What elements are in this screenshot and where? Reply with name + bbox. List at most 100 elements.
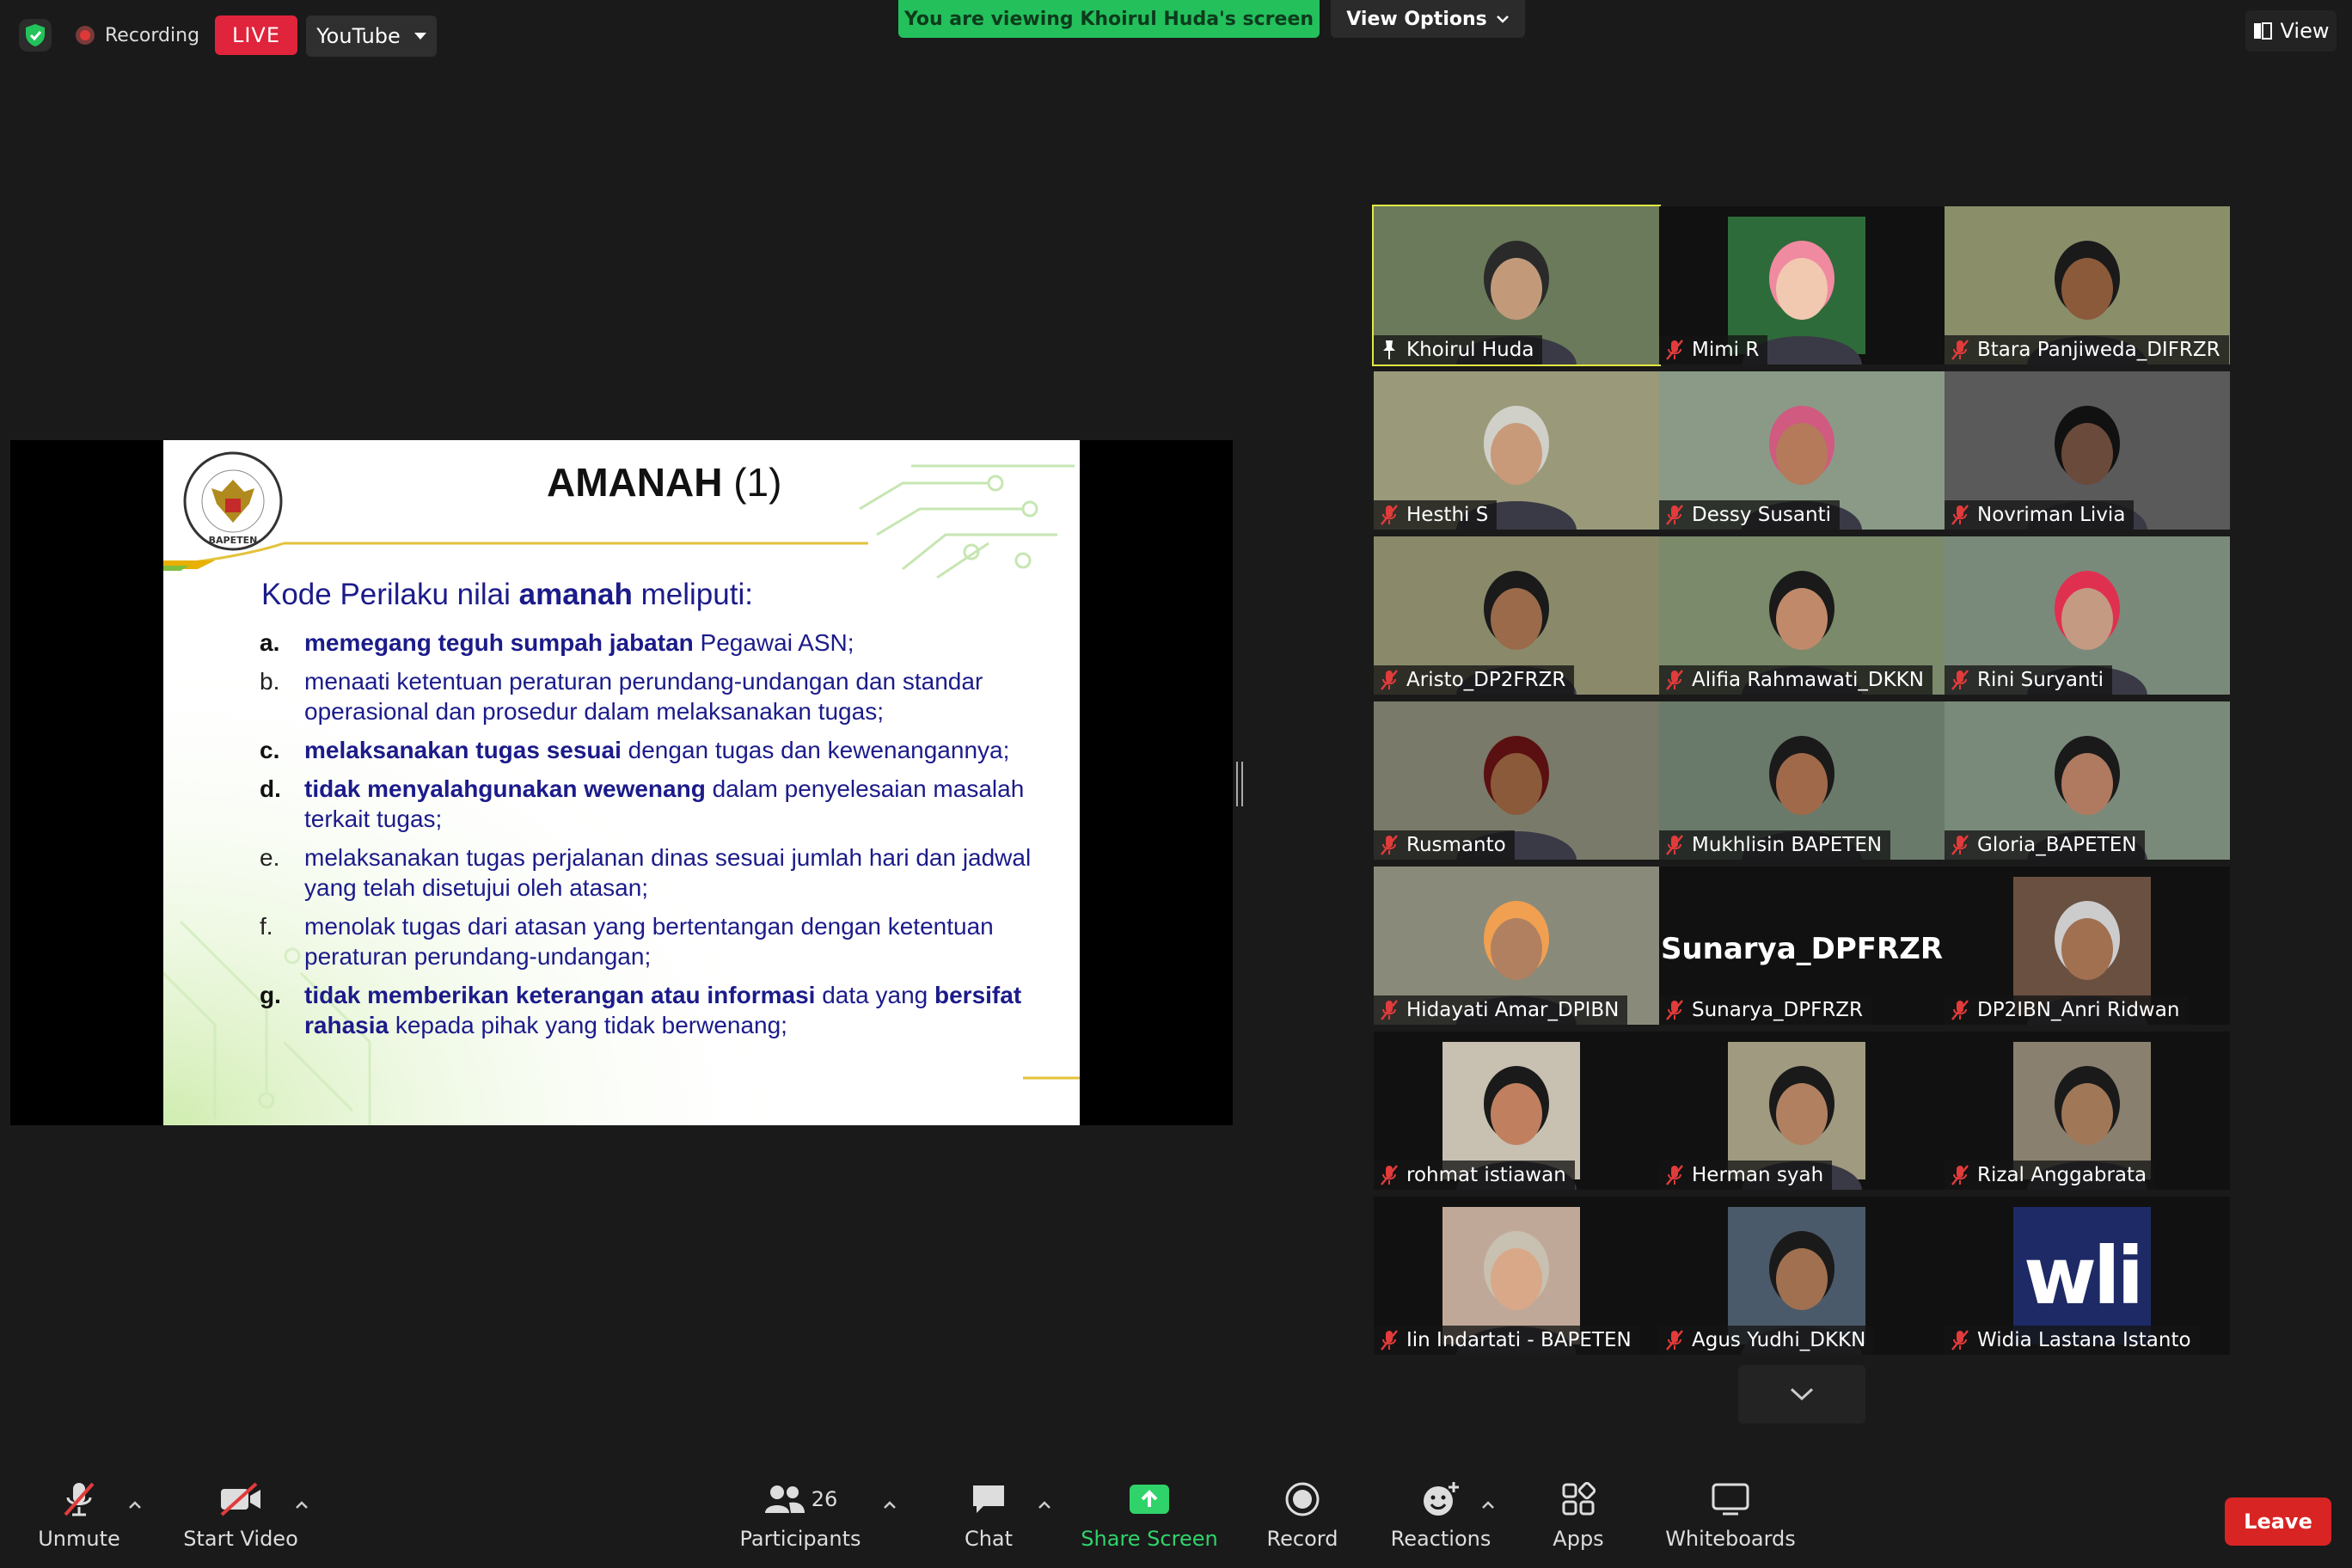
- slide-list-text: tidak menyalahgunakan wewenang dalam pen…: [304, 775, 1025, 832]
- start-video-button[interactable]: Start Video: [181, 1461, 301, 1568]
- grid-view-icon: [2253, 22, 2272, 40]
- recording-indicator[interactable]: Recording: [76, 19, 199, 52]
- participant-tile[interactable]: Mimi R: [1659, 206, 1945, 364]
- chat-button[interactable]: Chat: [954, 1461, 1023, 1568]
- participant-tile[interactable]: Gloria_BAPETEN: [1945, 701, 2230, 860]
- participant-name-tag: Gloria_BAPETEN: [1945, 830, 2146, 860]
- apps-button[interactable]: Apps: [1544, 1461, 1613, 1568]
- participant-tile[interactable]: Khoirul Huda: [1372, 205, 1661, 366]
- chat-bubble-icon: [973, 1485, 1004, 1513]
- chat-options-chevron[interactable]: [1032, 1492, 1057, 1518]
- participant-tile[interactable]: rohmat istiawan: [1374, 1032, 1659, 1190]
- slide-list-letter: f.: [260, 913, 273, 940]
- participants-options-chevron[interactable]: [877, 1492, 903, 1518]
- microphone-muted-icon: [64, 1482, 95, 1516]
- participant-tile[interactable]: Rusmanto: [1374, 701, 1659, 860]
- recording-dot-icon: [76, 26, 95, 45]
- participant-name: Gloria_BAPETEN: [1977, 834, 2137, 856]
- audio-options-chevron[interactable]: [122, 1492, 148, 1518]
- microphone-muted-icon: [1381, 1165, 1398, 1185]
- security-shield-icon[interactable]: [19, 19, 52, 52]
- participant-name: Novriman Livia: [1977, 504, 2126, 526]
- view-options-button[interactable]: View Options: [1331, 0, 1525, 38]
- participant-tile[interactable]: Iin Indartati - BAPETEN: [1374, 1197, 1659, 1355]
- slide-list-letter: c.: [260, 737, 280, 763]
- recording-label: Recording: [105, 24, 200, 46]
- participant-name-tag: Rusmanto: [1374, 830, 1515, 860]
- participant-logo-text: wli: [2023, 1229, 2144, 1322]
- participant-name-tag: Aristo_DP2FRZR: [1374, 665, 1575, 695]
- leave-button[interactable]: Leave: [2225, 1498, 2331, 1546]
- participant-name-tag: rohmat istiawan: [1374, 1161, 1575, 1190]
- participant-name: Rizal Anggabrata: [1977, 1164, 2147, 1186]
- participant-name-tag: Herman syah: [1659, 1161, 1833, 1190]
- share-screen-button[interactable]: Share Screen: [1081, 1461, 1218, 1568]
- participant-tile[interactable]: Herman syah: [1659, 1032, 1945, 1190]
- participant-name-tag: Rizal Anggabrata: [1945, 1161, 2156, 1190]
- participant-tile[interactable]: Sunarya_DPFRZR Sunarya_DPFRZR: [1659, 867, 1945, 1025]
- stream-target-label: YouTube: [316, 24, 401, 48]
- participant-name-tag: Alifia Rahmawati_DKKN: [1659, 665, 1932, 695]
- participant-name: Khoirul Huda: [1406, 339, 1534, 361]
- participant-tile[interactable]: DP2IBN_Anri Ridwan: [1945, 867, 2230, 1025]
- participant-name-tag: Widia Lastana Istanto: [1945, 1326, 2200, 1355]
- participant-name-tag: Agus Yudhi_DKKN: [1659, 1326, 1875, 1355]
- participant-tile[interactable]: Aristo_DP2FRZR: [1374, 536, 1659, 695]
- participant-tile[interactable]: Hidayati Amar_DPIBN: [1374, 867, 1659, 1025]
- record-button[interactable]: Record: [1262, 1461, 1343, 1568]
- participant-tile[interactable]: Dessy Susanti: [1659, 371, 1945, 530]
- chevron-down-icon: [1496, 15, 1509, 23]
- slide-list-item: b. menaati ketentuan peraturan perundang-…: [260, 666, 1059, 726]
- whiteboards-button[interactable]: Whiteboards: [1665, 1461, 1796, 1568]
- participants-button[interactable]: 26 Participants: [740, 1461, 861, 1568]
- slide-list-letter: b.: [260, 668, 280, 695]
- participant-tile[interactable]: Mukhlisin BAPETEN: [1659, 701, 1945, 860]
- participant-tile[interactable]: Agus Yudhi_DKKN: [1659, 1197, 1945, 1355]
- participant-name-tag: Hesthi S: [1374, 500, 1498, 530]
- participant-tile[interactable]: Alifia Rahmawati_DKKN: [1659, 536, 1945, 695]
- unmute-button[interactable]: Unmute: [34, 1461, 124, 1568]
- participant-name: Btara Panjiweda_DIFRZR: [1977, 339, 2220, 361]
- participant-name-tag: Rini Suryanti: [1945, 665, 2112, 695]
- participant-display-name: Sunarya_DPFRZR: [1660, 932, 1944, 966]
- microphone-muted-icon: [1951, 1000, 1969, 1020]
- microphone-muted-icon: [1666, 835, 1683, 855]
- participant-tile[interactable]: Rizal Anggabrata: [1945, 1032, 2230, 1190]
- slide-list-text: menaati ketentuan peraturan perundang-un…: [304, 668, 983, 725]
- reactions-options-chevron[interactable]: [1475, 1492, 1501, 1518]
- microphone-muted-icon: [1666, 1165, 1683, 1185]
- participant-tile[interactable]: Novriman Livia: [1945, 371, 2230, 530]
- participant-tile[interactable]: Hesthi S: [1374, 371, 1659, 530]
- gallery-next-page-button[interactable]: [1738, 1365, 1865, 1424]
- slide-list-text: memegang teguh sumpah jabatan Pegawai AS…: [304, 629, 854, 656]
- participant-name: Agus Yudhi_DKKN: [1692, 1329, 1866, 1351]
- slide-list-item: e. melaksanakan tugas perjalanan dinas se…: [260, 842, 1059, 903]
- slide-list-text: melaksanakan tugas perjalanan dinas sesu…: [304, 844, 1032, 901]
- slide-list-text: menolak tugas dari atasan yang bertentan…: [304, 913, 994, 970]
- microphone-muted-icon: [1666, 505, 1683, 525]
- participant-name: Mimi R: [1692, 339, 1760, 361]
- view-button[interactable]: View: [2245, 10, 2337, 52]
- slide-list-item: c. melaksanakan tugas sesuai dengan tugas…: [260, 735, 1059, 765]
- video-camera-off-icon: [220, 1482, 260, 1516]
- microphone-muted-icon: [1666, 1330, 1683, 1351]
- view-label: View: [2280, 19, 2330, 43]
- microphone-muted-icon: [1951, 1165, 1969, 1185]
- participant-tile[interactable]: wli Widia Lastana Istanto: [1945, 1197, 2230, 1355]
- share-screen-icon: [1130, 1485, 1169, 1514]
- participant-tile[interactable]: Rini Suryanti: [1945, 536, 2230, 695]
- microphone-muted-icon: [1381, 505, 1398, 525]
- split-divider-handle[interactable]: [1236, 762, 1243, 806]
- microphone-muted-icon: [1381, 670, 1398, 690]
- stream-target-dropdown[interactable]: YouTube: [306, 15, 437, 57]
- microphone-muted-icon: [1666, 670, 1683, 690]
- slide-list-item: a. memegang teguh sumpah jabatan Pegawai …: [260, 628, 1059, 658]
- video-options-chevron[interactable]: [289, 1492, 315, 1518]
- participant-name-tag: Dessy Susanti: [1659, 500, 1840, 530]
- participant-name: Hidayati Amar_DPIBN: [1406, 999, 1620, 1021]
- participant-name: Mukhlisin BAPETEN: [1692, 834, 1883, 856]
- live-badge[interactable]: LIVE: [215, 15, 297, 55]
- participant-name-tag: Btara Panjiweda_DIFRZR: [1945, 335, 2229, 364]
- whiteboard-icon: [1712, 1483, 1749, 1516]
- participant-tile[interactable]: Btara Panjiweda_DIFRZR: [1945, 206, 2230, 364]
